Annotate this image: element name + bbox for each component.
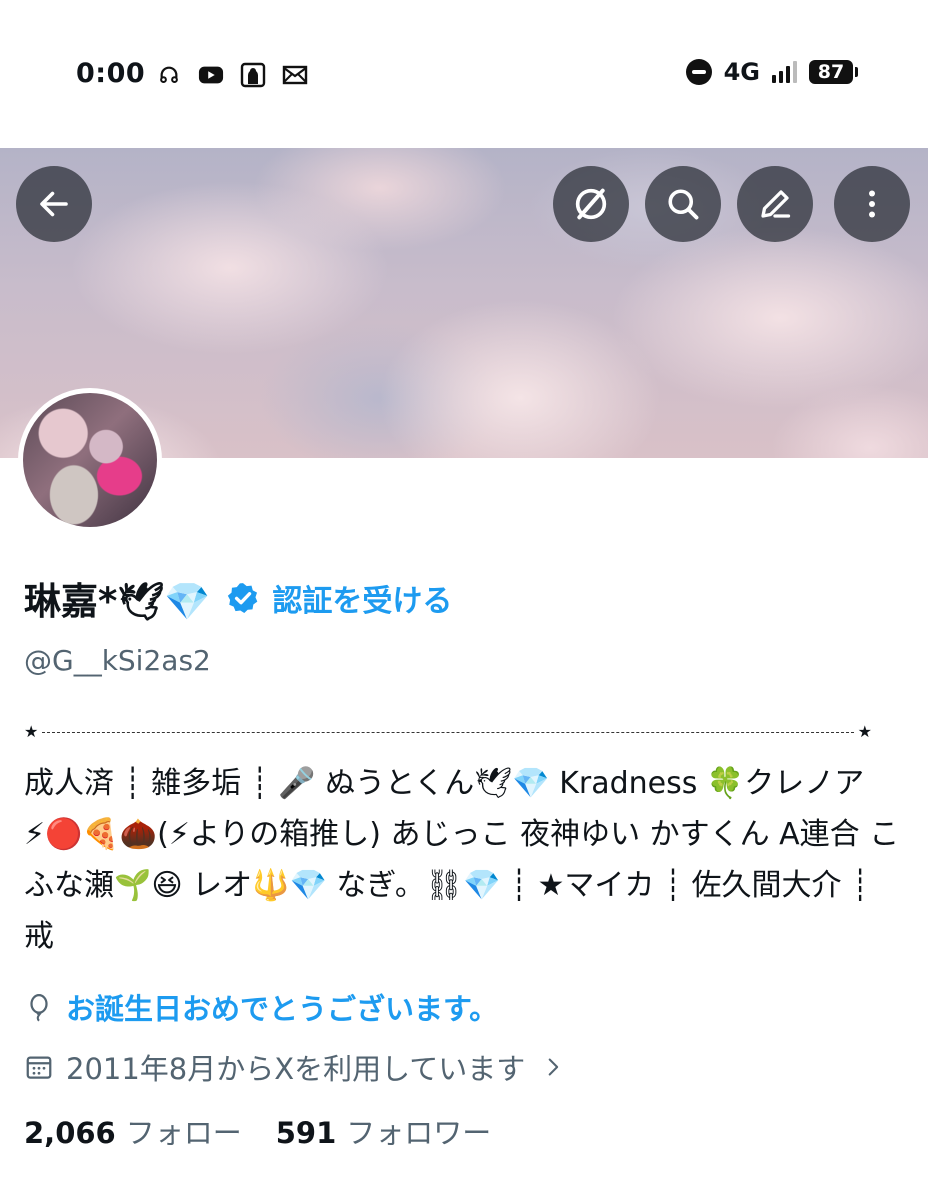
birthday-row: お誕生日おめでとうございます。 <box>24 986 498 1028</box>
profile-bio: 成人済 ┊ 雑多垢 ┊ 🎤 ぬうとくん🕊💎 Kradness 🍀クレノア⚡🔴🍕🌰… <box>24 766 900 954</box>
network-type: 4G <box>723 58 760 86</box>
search-icon <box>668 189 699 220</box>
divider-dash-line <box>42 731 854 733</box>
divider-star-right: ★ <box>857 722 872 741</box>
following-label: フォロー <box>125 1116 242 1150</box>
profile-avatar[interactable] <box>18 388 162 532</box>
get-verified-link[interactable]: 認証を受ける <box>272 576 452 620</box>
followers-stat[interactable]: 591 フォロワー <box>276 1110 492 1152</box>
do-not-disturb-icon <box>685 59 712 85</box>
battery-tip <box>855 67 858 77</box>
joined-text: 2011年8月からXを利用しています <box>66 1052 526 1086</box>
chevron-right-icon <box>548 1058 559 1076</box>
verified-badge-icon[interactable] <box>226 581 260 615</box>
mail-icon <box>282 62 308 88</box>
status-system-icons: 4G 87 <box>685 58 858 86</box>
grok-button[interactable] <box>553 166 629 242</box>
status-notification-icons <box>156 62 308 88</box>
more-vertical-icon <box>869 190 875 218</box>
followers-count: 591 <box>275 1116 337 1150</box>
avatar-image <box>23 393 157 527</box>
calendar-icon <box>24 1052 54 1082</box>
status-time: 0:00 <box>76 58 146 89</box>
divider-star-left: ★ <box>24 722 39 741</box>
grok-icon <box>575 188 607 220</box>
back-button[interactable] <box>16 166 92 242</box>
birthday-text[interactable]: お誕生日おめでとうございます。 <box>66 986 498 1028</box>
bio-divider: ★ ★ <box>24 722 872 742</box>
balloon-icon <box>24 992 54 1022</box>
edit-icon <box>761 190 791 218</box>
following-count: 2,066 <box>24 1116 116 1150</box>
edit-button[interactable] <box>737 166 813 242</box>
headphones-icon <box>156 62 182 88</box>
youtube-icon <box>198 62 224 88</box>
app-icon <box>240 62 266 88</box>
name-row: 琳嘉*🕊💎 認証を受ける <box>24 570 452 626</box>
battery-level: 87 <box>809 60 853 84</box>
following-stat[interactable]: 2,066 フォロー <box>24 1110 242 1152</box>
signal-strength-icon <box>772 61 797 83</box>
battery-indicator: 87 <box>809 60 858 84</box>
status-bar: 0:00 4G 87 <box>0 0 928 148</box>
search-button[interactable] <box>645 166 721 242</box>
more-button[interactable] <box>834 166 910 242</box>
user-handle: @G__kSi2as2 <box>24 644 211 677</box>
back-arrow-icon <box>40 191 68 217</box>
joined-row[interactable]: 2011年8月からXを利用しています <box>24 1046 563 1088</box>
follow-stats: 2,066 フォロー 591 フォロワー <box>24 1110 491 1152</box>
followers-label: フォロワー <box>346 1116 492 1150</box>
display-name: 琳嘉*🕊💎 <box>24 580 211 623</box>
